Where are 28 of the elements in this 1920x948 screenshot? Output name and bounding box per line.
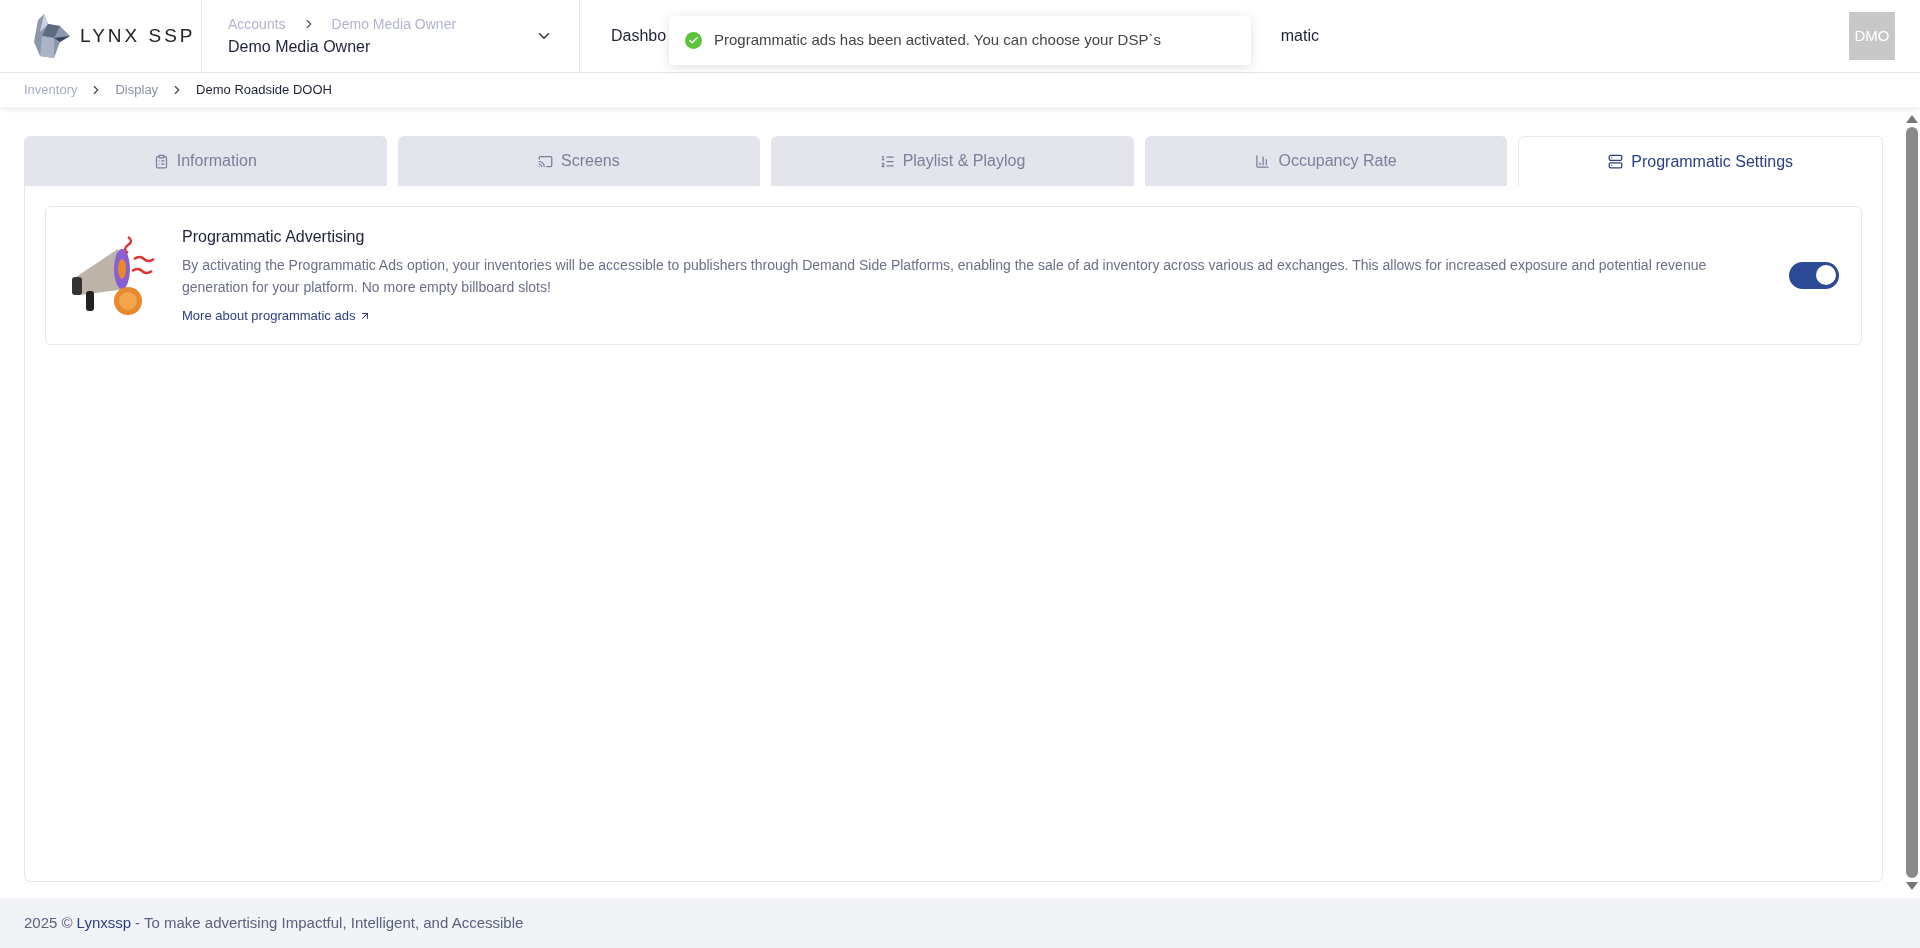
tab[interactable]: Occupancy Rate — [1144, 136, 1508, 186]
numbered-list-icon — [879, 153, 895, 169]
tab[interactable]: Information — [24, 136, 387, 186]
toggle-switch[interactable] — [1789, 261, 1839, 289]
current-page-label: Demo Roadside DOOH — [196, 81, 332, 100]
footer-tagline: - To make advertising Impactful, Intelligent, and Accessible — [135, 912, 524, 933]
tab[interactable]: Programmatic Settings — [1518, 136, 1883, 186]
clipboard-icon — [153, 153, 169, 169]
brand-name: LYNX SSP — [80, 23, 196, 48]
setting-title: Programmatic Advertising — [182, 227, 366, 247]
monitor-icon — [538, 153, 554, 169]
nav-link[interactable]: Dashbo — [611, 24, 667, 48]
toast-message: Programmatic ads has been activated. You can choose your DSP`s — [714, 30, 1161, 51]
tab[interactable]: Screens — [397, 136, 761, 186]
learn-more-link[interactable]: More about programmatic ads — [182, 306, 372, 326]
breadcrumb-link[interactable]: Display — [115, 80, 159, 100]
account-name: Demo Media Owner — [228, 36, 372, 57]
nav-link[interactable]: matic — [1280, 24, 1319, 48]
setting-description: By activating the Programmatic Ads option, your inventories will be accessible to publishers through Demand Side Platforms, enabling the sale of ad inventory across various ad exchanges. This allows for increased exposure and potential revenue generation for your platform. No more empty billboard slots! — [182, 256, 1707, 297]
brand-link[interactable]: Lynxssp — [76, 911, 132, 935]
bar-chart-icon — [1255, 153, 1271, 169]
success-check-icon — [685, 32, 702, 49]
account-breadcrumb-link[interactable]: Demo Media Owner — [331, 13, 457, 35]
breadcrumb-link[interactable]: Inventory — [24, 80, 78, 100]
server-icon — [1608, 154, 1624, 169]
account-breadcrumb-link[interactable]: Accounts — [228, 13, 286, 35]
tab[interactable]: Playlist & Playlog — [771, 136, 1134, 186]
copyright-text: 2025 © — [24, 912, 73, 933]
